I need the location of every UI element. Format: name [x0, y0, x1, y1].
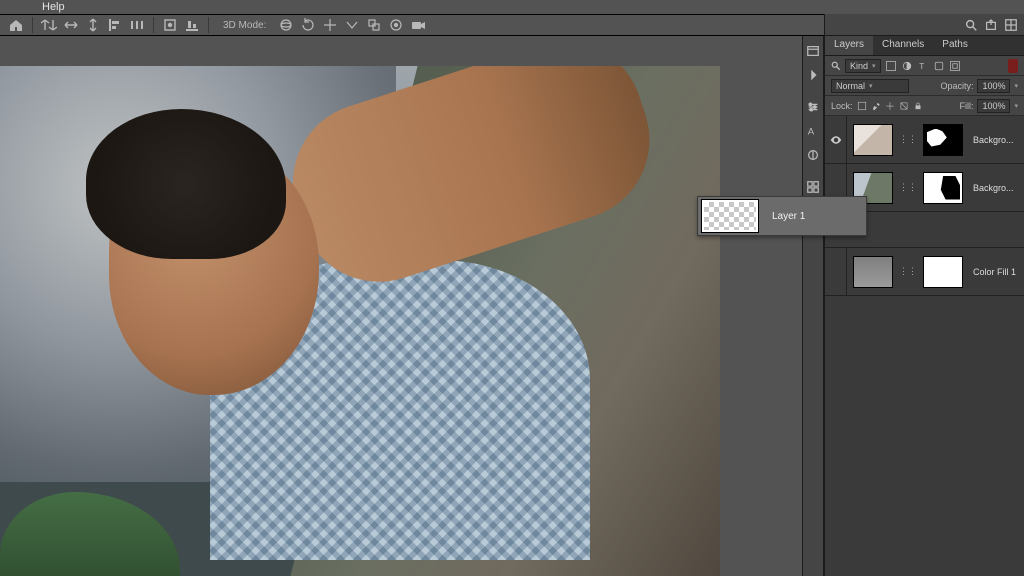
move-back-icon[interactable]: [41, 17, 57, 33]
pan-icon[interactable]: [322, 17, 338, 33]
align-left-icon[interactable]: [107, 17, 123, 33]
filter-smart-icon[interactable]: [949, 60, 961, 72]
target-icon[interactable]: [388, 17, 404, 33]
filter-adjust-icon[interactable]: [901, 60, 913, 72]
layer-name-label: Layer 1: [772, 211, 805, 222]
menubar: Help: [0, 0, 1024, 14]
menu-help[interactable]: Help: [42, 1, 65, 13]
visibility-toggle[interactable]: [825, 248, 847, 295]
opacity-label: Opacity:: [940, 81, 973, 91]
history-panel-icon[interactable]: [806, 44, 820, 58]
filter-pixel-icon[interactable]: [885, 60, 897, 72]
right-panels: Layers Channels Paths Kind T Normal Opac…: [824, 14, 1024, 576]
collapsed-panel-dock: A: [802, 36, 824, 576]
filter-type-icon[interactable]: T: [917, 60, 929, 72]
layer-name-label[interactable]: Backgro...: [973, 183, 1014, 193]
layer-thumbnail[interactable]: [853, 124, 893, 156]
layer-row[interactable]: ⋮⋮ Backgro...: [825, 116, 1024, 164]
lock-pixels-icon[interactable]: [857, 101, 867, 111]
layer-thumbnail[interactable]: [853, 256, 893, 288]
layer-name-label[interactable]: Backgro...: [973, 135, 1014, 145]
tab-layers[interactable]: Layers: [825, 36, 873, 55]
visibility-toggle[interactable]: [825, 116, 847, 163]
workspace-controls: [825, 14, 1024, 36]
document-canvas[interactable]: [0, 66, 720, 576]
layer-row[interactable]: ⋮⋮ Color Fill 1: [825, 248, 1024, 296]
align-bottom-icon[interactable]: [184, 17, 200, 33]
scale-icon[interactable]: [366, 17, 382, 33]
distribute-h-icon[interactable]: [129, 17, 145, 33]
lock-artboard-icon[interactable]: [899, 101, 909, 111]
actions-panel-icon[interactable]: [806, 68, 820, 82]
opacity-value[interactable]: 100%: [977, 79, 1010, 93]
search-icon[interactable]: [964, 18, 978, 32]
character-panel-icon[interactable]: A: [806, 124, 820, 138]
blend-mode-row: Normal Opacity: 100% ▾: [825, 76, 1024, 96]
filter-kind-select[interactable]: Kind: [845, 59, 881, 73]
fill-value[interactable]: 100%: [977, 99, 1010, 113]
layer-filter-row: Kind T: [825, 56, 1024, 76]
swatches-panel-icon[interactable]: [806, 180, 820, 194]
dragging-layer-chip[interactable]: Layer 1: [697, 196, 867, 236]
lock-position-icon[interactable]: [885, 101, 895, 111]
divider: [153, 17, 154, 33]
mask-link-icon[interactable]: ⋮⋮: [899, 266, 917, 277]
mask-link-icon[interactable]: ⋮⋮: [899, 182, 917, 193]
arrows-vertical-icon[interactable]: [85, 17, 101, 33]
arrows-horizontal-icon[interactable]: [63, 17, 79, 33]
lock-row: Lock: Fill: 100% ▾: [825, 96, 1024, 116]
properties-panel-icon[interactable]: [806, 100, 820, 114]
snap-icon[interactable]: [162, 17, 178, 33]
tab-paths[interactable]: Paths: [933, 36, 977, 55]
slide-icon[interactable]: [344, 17, 360, 33]
orbit-icon[interactable]: [278, 17, 294, 33]
layers-list: ⋮⋮ Backgro... ⋮⋮ Backgro... ⋮⋮ Color Fil…: [825, 116, 1024, 576]
filter-search-icon[interactable]: [831, 61, 841, 71]
layer-mask-thumbnail[interactable]: [923, 172, 963, 204]
rotate-icon[interactable]: [300, 17, 316, 33]
tab-channels[interactable]: Channels: [873, 36, 933, 55]
fill-label: Fill:: [959, 101, 973, 111]
fill-chevron-icon[interactable]: ▾: [1014, 102, 1018, 110]
filter-toggle-icon[interactable]: [1008, 59, 1018, 73]
lock-brush-icon[interactable]: [871, 101, 881, 111]
arrange-workspace-icon[interactable]: [1004, 18, 1018, 32]
divider: [208, 17, 209, 33]
divider: [32, 17, 33, 33]
svg-text:A: A: [808, 127, 815, 138]
canvas-stage: [0, 36, 824, 576]
share-icon[interactable]: [984, 18, 998, 32]
blend-mode-select[interactable]: Normal: [831, 79, 909, 93]
layer-name-label[interactable]: Color Fill 1: [973, 267, 1016, 277]
filter-shape-icon[interactable]: [933, 60, 945, 72]
layer-mask-thumbnail[interactable]: [923, 124, 963, 156]
layer-mask-thumbnail[interactable]: [923, 256, 963, 288]
paragraph-panel-icon[interactable]: [806, 148, 820, 162]
home-icon[interactable]: [8, 17, 24, 33]
person-subject: [86, 118, 648, 560]
layer-thumbnail: [702, 200, 758, 232]
opacity-chevron-icon[interactable]: ▾: [1014, 82, 1018, 90]
lock-all-icon[interactable]: [913, 101, 923, 111]
3d-mode-label: 3D Mode:: [223, 20, 266, 31]
svg-text:T: T: [919, 62, 924, 71]
panel-tabs: Layers Channels Paths: [825, 36, 1024, 56]
lock-label: Lock:: [831, 101, 853, 111]
mask-link-icon[interactable]: ⋮⋮: [899, 134, 917, 145]
camera-icon[interactable]: [410, 17, 426, 33]
